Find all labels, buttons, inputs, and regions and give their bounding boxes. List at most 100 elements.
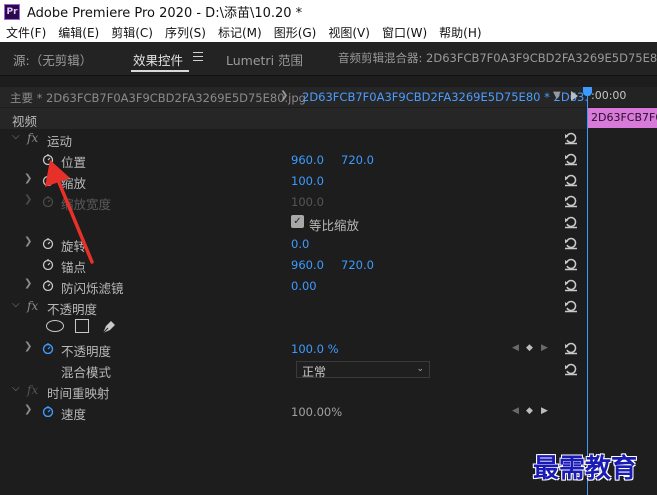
motion-label: 运动	[47, 134, 73, 149]
timeline-ruler[interactable]: :00:00	[587, 87, 657, 107]
rotation-property-row[interactable]: ❯ 旋转 0.0	[0, 233, 587, 254]
tab-source[interactable]: 源:（无剪辑）	[13, 50, 92, 69]
master-clip-label[interactable]: 主要 * 2D63FCB7F0A3F9CBD2FA3269E5D75E80.jp…	[10, 90, 306, 106]
reset-icon[interactable]	[564, 152, 578, 166]
prev-keyframe-icon[interactable]: ◀	[512, 406, 519, 416]
uniform-scale-row[interactable]: ✓ 等比缩放	[0, 212, 587, 233]
blend-mode-label: 混合模式	[61, 365, 112, 380]
menu-edit[interactable]: 编辑(E)	[58, 24, 99, 41]
stopwatch-active-icon[interactable]	[42, 405, 54, 417]
pen-mask-icon[interactable]	[100, 318, 118, 336]
watermark-logo: 最需教育	[533, 454, 638, 484]
speed-property-row[interactable]: ❯ 速度 100.00% ◀ ◆ ▶	[0, 401, 587, 422]
anti-flicker-property-row[interactable]: ❯ 防闪烁滤镜 0.00	[0, 275, 587, 296]
sequence-clip-label[interactable]: 2D63FCB7F0A3F9CBD2FA3269E5D75E80 * 2D63.…	[302, 90, 595, 104]
next-keyframe-icon[interactable]: ▶	[541, 343, 548, 353]
scale-width-property-row: ❯ 缩放宽度 100.0	[0, 191, 587, 212]
reset-icon[interactable]	[564, 278, 578, 292]
blend-mode-select[interactable]: 正常 ⌄	[296, 361, 430, 379]
prev-keyframe-icon[interactable]: ◀	[512, 343, 519, 353]
chevron-down-icon[interactable]: ⌵	[12, 131, 20, 142]
title-bar: Pr Adobe Premiere Pro 2020 - D:\添苗\10.20…	[0, 0, 657, 23]
blend-mode-row[interactable]: 混合模式 正常 ⌄	[0, 359, 587, 380]
speed-value[interactable]: 100.00%	[291, 405, 342, 419]
chevron-right-icon[interactable]: ❯	[24, 341, 32, 352]
chevron-right-icon[interactable]: ❯	[24, 404, 32, 415]
uniform-scale-label[interactable]: 等比缩放	[309, 215, 359, 234]
tab-lumetri-scopes[interactable]: Lumetri 范围	[226, 50, 303, 69]
tab-effect-controls[interactable]: 效果控件	[133, 50, 183, 69]
timeline-area[interactable]	[587, 128, 657, 495]
add-keyframe-icon[interactable]: ◆	[526, 343, 533, 353]
position-property-row[interactable]: 位置 960.0 720.0	[0, 149, 587, 170]
stopwatch-active-icon[interactable]	[42, 342, 54, 354]
playhead-line[interactable]	[587, 94, 588, 495]
reset-icon[interactable]	[564, 341, 578, 355]
reset-icon[interactable]	[564, 236, 578, 250]
add-keyframe-icon[interactable]: ◆	[526, 406, 533, 416]
chevron-down-icon[interactable]: ▼	[553, 90, 561, 101]
chevron-right-icon[interactable]: ❯	[280, 90, 288, 101]
menu-help[interactable]: 帮助(H)	[439, 24, 481, 41]
active-tab-underline	[131, 70, 189, 72]
chevron-right-icon[interactable]: ❯	[24, 173, 32, 184]
timeline-clip[interactable]: 2D63FCB7F0A3F9CBD2FA3269E5D75E80	[588, 108, 657, 128]
menu-sequence[interactable]: 序列(S)	[165, 24, 206, 41]
chevron-down-icon[interactable]: ⌵	[12, 299, 20, 310]
tab-audio-clip-mixer[interactable]: 音频剪辑混合器: 2D63FCB7F0A3F9CBD2FA3269E5D75E8…	[338, 50, 657, 66]
panel-menu-icon[interactable]	[193, 52, 203, 61]
chevron-down-icon[interactable]: ⌵	[12, 383, 20, 394]
stopwatch-icon[interactable]	[42, 279, 54, 291]
rotation-value[interactable]: 0.0	[291, 237, 309, 251]
opacity-value[interactable]: 100.0 %	[291, 342, 339, 356]
stopwatch-icon[interactable]	[42, 237, 54, 249]
speed-label: 速度	[61, 407, 87, 422]
reset-icon[interactable]	[564, 194, 578, 208]
rectangle-mask-icon[interactable]	[75, 319, 89, 333]
stopwatch-icon[interactable]	[42, 153, 54, 165]
menu-file[interactable]: 文件(F)	[6, 24, 46, 41]
next-keyframe-icon[interactable]: ▶	[541, 406, 548, 416]
timeline-timecode: :00:00	[591, 89, 627, 102]
menu-clip[interactable]: 剪辑(C)	[111, 24, 153, 41]
menu-bar: 文件(F) 编辑(E) 剪辑(C) 序列(S) 标记(M) 图形(G) 视图(V…	[0, 23, 657, 42]
anti-flicker-value[interactable]: 0.00	[291, 279, 317, 293]
ellipse-mask-icon[interactable]	[46, 320, 64, 332]
reset-icon[interactable]	[564, 131, 578, 145]
opacity-label: 不透明度	[61, 344, 112, 359]
anchor-point-property-row[interactable]: 锚点 960.0 720.0	[0, 254, 587, 275]
premiere-logo-icon: Pr	[4, 3, 20, 20]
opacity-effect-row[interactable]: ⌵ fx 不透明度	[0, 296, 587, 317]
time-remap-effect-row[interactable]: ⌵ fx 时间重映射	[0, 380, 587, 401]
menu-window[interactable]: 窗口(W)	[382, 24, 427, 41]
anchor-x-value[interactable]: 960.0	[291, 258, 324, 272]
window-title: Adobe Premiere Pro 2020 - D:\添苗\10.20 *	[27, 6, 303, 21]
reset-icon[interactable]	[564, 299, 578, 313]
fx-icon[interactable]: fx	[27, 131, 38, 145]
stopwatch-icon[interactable]	[42, 258, 54, 270]
position-y-value[interactable]: 720.0	[341, 153, 374, 167]
menu-marker[interactable]: 标记(M)	[218, 24, 262, 41]
uniform-scale-checkbox[interactable]: ✓	[291, 215, 304, 228]
reset-icon[interactable]	[564, 215, 578, 229]
reset-icon[interactable]	[564, 173, 578, 187]
scale-value[interactable]: 100.0	[291, 174, 324, 188]
playhead-handle[interactable]	[583, 87, 592, 96]
motion-effect-row[interactable]: ⌵ fx 运动	[0, 128, 587, 149]
stopwatch-icon[interactable]	[42, 174, 54, 186]
play-icon[interactable]	[571, 91, 578, 101]
chevron-right-icon[interactable]: ❯	[24, 278, 32, 289]
scale-label: 缩放	[61, 176, 87, 191]
opacity-property-row[interactable]: ❯ 不透明度 100.0 % ◀ ◆ ▶	[0, 338, 587, 359]
menu-view[interactable]: 视图(V)	[328, 24, 370, 41]
chevron-right-icon[interactable]: ❯	[24, 236, 32, 247]
scale-property-row[interactable]: ❯ 缩放 100.0	[0, 170, 587, 191]
reset-icon[interactable]	[564, 257, 578, 271]
fx-icon[interactable]: fx	[27, 299, 38, 313]
anchor-y-value[interactable]: 720.0	[341, 258, 374, 272]
rotation-label: 旋转	[61, 239, 87, 254]
position-x-value[interactable]: 960.0	[291, 153, 324, 167]
menu-graphics[interactable]: 图形(G)	[274, 24, 317, 41]
reset-icon[interactable]	[564, 362, 578, 376]
fx-icon: fx	[27, 383, 39, 397]
